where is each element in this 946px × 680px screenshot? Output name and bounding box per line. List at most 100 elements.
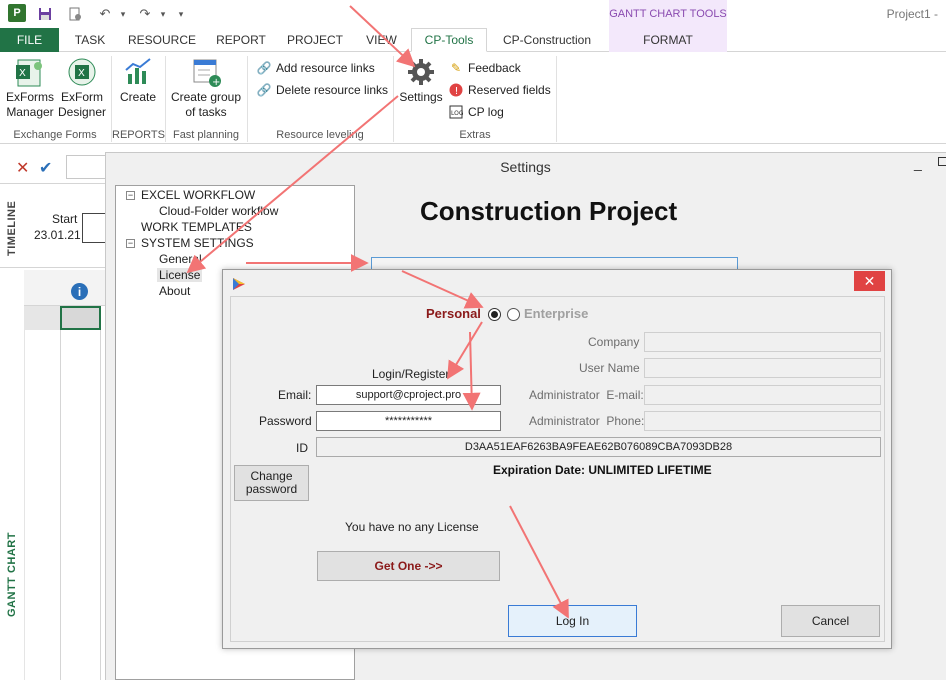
tab-project[interactable]: PROJECT — [280, 28, 350, 52]
close-button[interactable]: ✕ — [854, 271, 885, 291]
change-password-button[interactable]: Change password — [234, 465, 309, 501]
company-field — [644, 332, 881, 352]
exform-designer-icon: X — [68, 58, 96, 86]
maximize-icon[interactable] — [938, 157, 946, 166]
tab-report[interactable]: REPORT — [206, 28, 276, 52]
chart-report-icon — [125, 58, 151, 84]
settings-title: Settings — [500, 159, 551, 175]
group-divider — [556, 56, 557, 142]
tree-item-excel-workflow[interactable]: EXCEL WORKFLOW — [141, 188, 255, 202]
confirm-entry-icon[interactable]: ✔ — [39, 158, 52, 178]
reserved-fields-button[interactable]: ! Reserved fields — [448, 80, 551, 100]
admin-phone-field — [644, 411, 881, 431]
cp-log-button[interactable]: LOG CP log — [448, 102, 504, 122]
group-label-extras: Extras — [459, 129, 491, 141]
user-name-field — [644, 358, 881, 378]
tab-format[interactable]: FORMAT — [609, 28, 727, 52]
personal-radio[interactable] — [488, 308, 501, 321]
email-field[interactable]: support@cproject.pro — [316, 385, 501, 405]
login-register-label: Login/Register — [372, 367, 450, 381]
tree-item-about[interactable]: About — [159, 284, 190, 298]
svg-text:X: X — [19, 68, 26, 79]
save-icon[interactable] — [36, 5, 54, 23]
admin-email-field — [644, 385, 881, 405]
minimize-icon[interactable]: _ — [914, 155, 922, 171]
tree-item-general[interactable]: General — [159, 252, 202, 266]
password-field[interactable]: *********** — [316, 411, 501, 431]
get-one-button[interactable]: Get One ->> — [317, 551, 500, 581]
new-file-icon[interactable] — [66, 5, 84, 23]
collapse-icon[interactable]: − — [126, 191, 135, 200]
unlink-icon: 🔗 — [256, 83, 272, 97]
timeline-start-date: 23.01.21 — [34, 228, 81, 242]
add-resource-links-button[interactable]: 🔗 Add resource links — [256, 58, 375, 78]
create-group-of-tasks-label: Create group of tasks — [170, 90, 242, 119]
tab-file[interactable]: FILE — [0, 28, 59, 52]
gantt-chart-label: GANTT CHART — [6, 532, 18, 617]
timeline-bar — [82, 213, 106, 243]
cp-log-label: CP log — [468, 105, 504, 119]
tab-cp-construction[interactable]: CP-Construction — [490, 28, 604, 52]
collapse-icon[interactable]: − — [126, 239, 135, 248]
grid-header — [24, 270, 105, 306]
delete-resource-links-button[interactable]: 🔗 Delete resource links — [256, 80, 389, 100]
feedback-label: Feedback — [468, 61, 521, 75]
grid-line — [24, 270, 25, 680]
email-label: Email: — [278, 388, 312, 402]
tree-item-work-templates[interactable]: WORK TEMPLATES — [141, 220, 252, 234]
tab-cp-tools[interactable]: CP-Tools — [411, 28, 487, 52]
admin-phone-label: Administrator Phone: — [529, 414, 645, 428]
undo-dropdown-icon[interactable]: ▾ — [114, 5, 132, 23]
app-logo-icon — [232, 277, 246, 294]
add-resource-links-label: Add resource links — [276, 61, 375, 75]
info-icon[interactable]: i — [71, 283, 88, 300]
group-label-exchange-forms: Exchange Forms — [13, 129, 97, 141]
grid-line — [60, 270, 61, 680]
create-group-of-tasks-button[interactable]: + Create group of tasks — [168, 56, 244, 120]
customize-qat-icon[interactable]: ▾ — [172, 5, 190, 23]
link-icon: 🔗 — [256, 61, 272, 75]
expiration-date: Expiration Date: UNLIMITED LIFETIME — [493, 463, 712, 477]
contextual-group-gantt-tools: GANTT CHART TOOLS — [609, 0, 727, 28]
group-label-fast-planning: Fast planning — [172, 129, 240, 141]
svg-text:X: X — [78, 68, 85, 79]
group-divider — [393, 56, 394, 142]
exform-designer-button[interactable]: X ExForm Designer — [58, 56, 106, 120]
cancel-button[interactable]: Cancel — [781, 605, 880, 637]
grid-line — [100, 270, 101, 680]
exforms-manager-label: ExForms Manager — [6, 90, 54, 119]
log-icon: LOG — [448, 104, 464, 120]
create-label: Create — [119, 90, 157, 104]
undo-icon[interactable]: ↶ — [96, 5, 114, 23]
svg-text:LOG: LOG — [451, 110, 463, 117]
redo-icon[interactable]: ↷ — [136, 5, 154, 23]
id-label: ID — [296, 441, 308, 455]
feedback-icon: ✎ — [450, 61, 462, 75]
tree-item-system-settings[interactable]: SYSTEM SETTINGS — [141, 236, 254, 250]
selected-cell[interactable] — [60, 306, 101, 330]
create-report-button[interactable]: Create — [116, 56, 160, 105]
id-field: D3AA51EAF6263BA9FEAE62B076089CBA7093DB28 — [316, 437, 881, 457]
exforms-manager-button[interactable]: X ExForms Manager — [4, 56, 56, 120]
cancel-entry-icon[interactable]: ✕ — [16, 158, 29, 178]
tab-task[interactable]: TASK — [60, 28, 120, 52]
group-label-reports: REPORTS — [112, 129, 165, 141]
gear-icon — [408, 59, 434, 85]
enterprise-radio[interactable] — [507, 308, 520, 321]
timeline-label: TIMELINE — [6, 200, 18, 256]
entry-field[interactable] — [66, 155, 106, 179]
tree-item-license[interactable]: License — [157, 268, 203, 282]
tab-resource[interactable]: RESOURCE — [122, 28, 202, 52]
project-app-icon: P — [8, 4, 26, 22]
admin-email-label: Administrator E-mail: — [529, 388, 644, 402]
settings-heading: Construction Project — [420, 196, 678, 226]
settings-button[interactable]: Settings — [396, 56, 446, 105]
tree-item-cloud-folder[interactable]: Cloud-Folder workflow — [159, 204, 278, 218]
exform-designer-label: ExForm Designer — [57, 90, 107, 119]
login-button[interactable]: Log In — [508, 605, 637, 637]
feedback-button[interactable]: ✎ Feedback — [448, 58, 521, 78]
group-divider — [247, 56, 248, 142]
tab-view[interactable]: VIEW — [354, 28, 409, 52]
task-group-icon: + — [193, 59, 221, 88]
redo-dropdown-icon[interactable]: ▾ — [154, 5, 172, 23]
